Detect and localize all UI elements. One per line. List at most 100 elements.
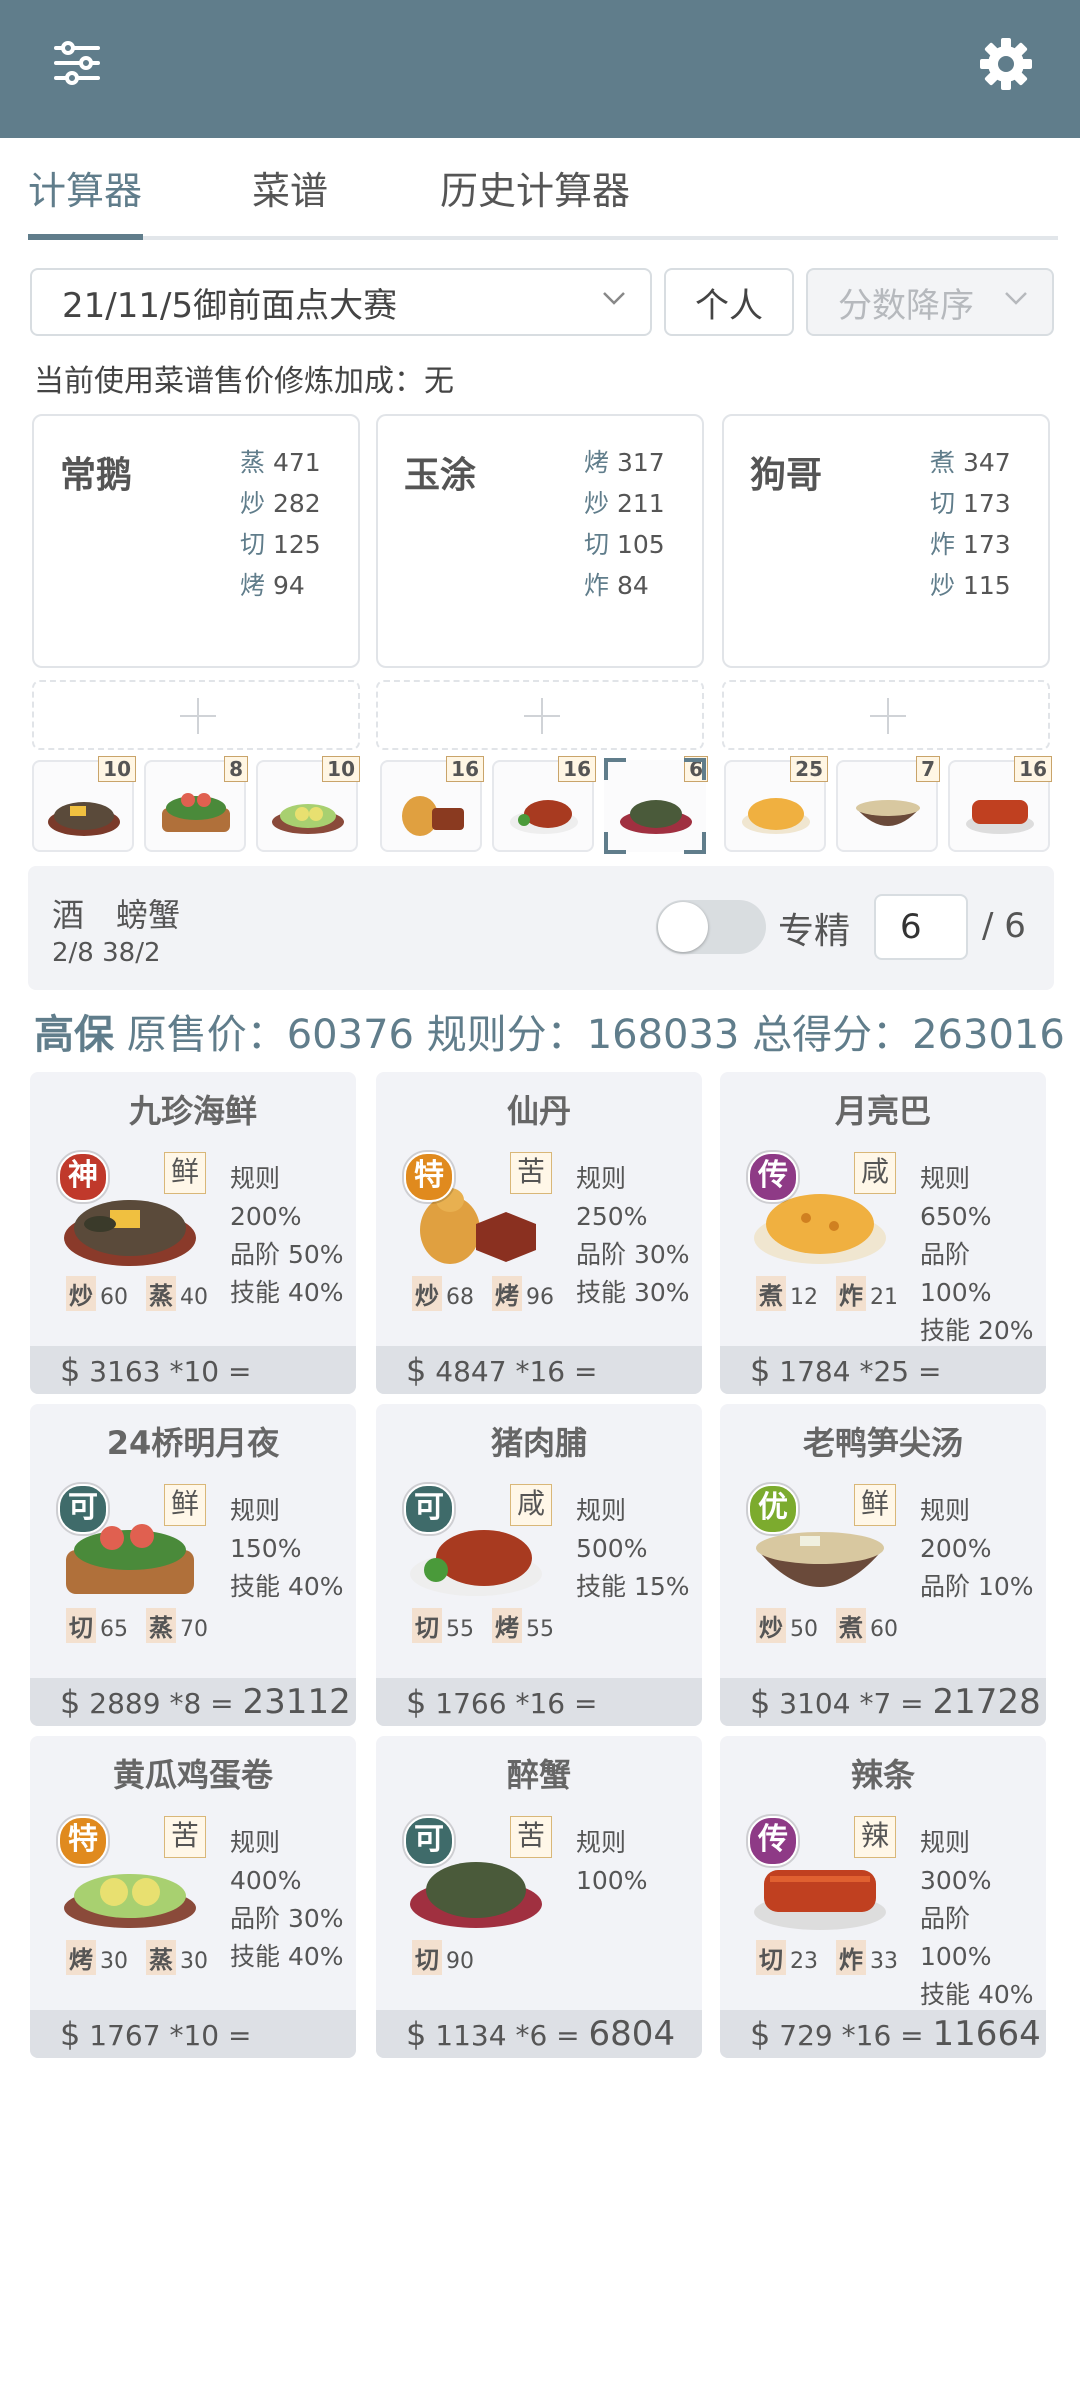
specialize-toggle[interactable] [656,900,766,954]
price-bar: $ 2889 *8 = 23112 [30,1678,356,1726]
recipe-card[interactable]: 月亮巴 传 咸 规则 650% 品阶 100% 技能 20% 煮 12 炸 21 $ 17… [720,1072,1046,1394]
gear-icon[interactable] [978,36,1034,92]
unit-price: 1134 [435,2019,507,2052]
score-summary: 高保 原售价：60376 规则分：168033 总得分：263016 [34,1002,1065,1060]
chef-skills: 煮 347 切 173 炸 173 炒 115 [930,448,1011,600]
price-bar: $ 1766 *16 = 28256 [376,1678,702,1726]
add-slot-button[interactable] [722,680,1050,750]
dish-image [620,800,692,834]
recipe-stats: 规则 100% [576,1828,648,1895]
dish-thumb[interactable]: 16 [948,756,1052,852]
rarity-badge: 特 [404,1152,454,1202]
unit-price: 1767 [89,2019,161,2052]
contest-select[interactable]: 21/11/5御前面点大赛 [30,268,652,336]
add-slot-button[interactable] [376,680,704,750]
dish-image [856,800,920,826]
unit-price: 729 [779,2019,833,2052]
recipe-stats: 规则 200% 品阶 10% [920,1496,1034,1601]
chef-name: 玉涂 [404,455,477,496]
rule-score-label: 规则分： [426,1012,587,1058]
recipe-stats: 规则 300% 品阶 100% 技能 40% [920,1828,1034,2009]
chef-card[interactable]: 常鹅 蒸 471 炒 282 切 125 烤 94 [32,414,360,668]
rule-score-value: 168033 [586,1012,740,1058]
recipe-card[interactable]: 黄瓜鸡蛋卷 特 苦 规则 400% 品阶 30% 技能 40% 烤 30 蒸 30 $ 1… [30,1736,356,2058]
price-bar: $ 3163 *10 = 31630 [30,1346,356,1394]
skill-tags: 炒 50 煮 60 [756,1608,916,1643]
recipe-stats: 规则 650% 品阶 100% 技能 20% [920,1164,1034,1345]
dish-thumb[interactable]: 10 [256,756,360,852]
tab-history-calculator[interactable]: 历史计算器 [440,160,630,215]
selection-corner [604,758,626,780]
add-slot-button[interactable] [32,680,360,750]
recipe-card[interactable]: 猪肉脯 可 咸 规则 500% 技能 15% 切 55 烤 55 $ 1766 *16 … [376,1404,702,1726]
specialize-label: 专精 [778,911,851,952]
unit-price: 1766 [435,1687,507,1720]
unit-price: 3163 [89,1355,161,1388]
recipe-title: 老鸭笋尖汤 [802,1424,963,1462]
dish-image [48,802,120,836]
price-bar: $ 3104 *7 = 21728 [720,1678,1046,1726]
quantity: *16 [515,1687,566,1720]
recipe-card[interactable]: 辣条 传 辣 规则 300% 品阶 100% 技能 40% 切 23 炸 33 $ 729… [720,1736,1046,2058]
tab-indicator [28,234,143,240]
quantity: *16 [841,2019,892,2052]
sort-select[interactable]: 分数降序 [806,268,1054,336]
unit-price: 2889 [89,1687,161,1720]
dish-thumb[interactable]: 16 [380,756,484,852]
dish-count: 8 [224,756,248,782]
chef-card[interactable]: 玉涂 烤 317 炒 211 切 105 炸 84 [376,414,704,668]
dish-image [402,796,464,836]
tab-recipes[interactable]: 菜谱 [252,160,328,215]
dish-image [966,800,1034,834]
recipe-stats: 规则 400% 品阶 30% 技能 40% [230,1828,344,1971]
contest-select-value: 21/11/5御前面点大赛 [62,285,398,326]
rarity-badge: 传 [748,1152,798,1202]
recipe-stats: 规则 500% 技能 15% [576,1496,690,1601]
flavor-tag: 苦 [164,1816,206,1858]
dish-thumb[interactable]: 7 [836,756,940,852]
flavor-tag: 苦 [510,1816,552,1858]
tab-calculator[interactable]: 计算器 [28,160,142,215]
specialize-input[interactable]: 6 [874,894,968,960]
orig-price-label: 原售价： [126,1012,287,1058]
recipe-total: 23112 [242,1682,351,1722]
filter-settings-icon[interactable] [52,38,102,88]
skill-tags: 切 65 蒸 70 [66,1608,226,1643]
dish-thumb-selected[interactable]: 6 [604,756,708,854]
rarity-badge: 传 [748,1816,798,1866]
plus-icon [870,698,906,734]
dish-count: 16 [1014,756,1052,782]
flavor-tag: 鲜 [164,1484,206,1526]
dish-thumb[interactable]: 10 [32,756,136,852]
skill-tags: 烤 30 蒸 30 [66,1940,226,1975]
recipe-card[interactable]: 24桥明月夜 可 鲜 规则 150% 技能 40% 切 65 蒸 70 $ 2889 *… [30,1404,356,1726]
unit-price: 3104 [779,1687,851,1720]
dish-count: 10 [322,756,360,782]
chef-card[interactable]: 狗哥 煮 347 切 173 炸 173 炒 115 [722,414,1050,668]
flavor-tag: 鲜 [164,1152,206,1194]
recipe-card[interactable]: 仙丹 特 苦 规则 250% 品阶 30% 技能 30% 炒 68 烤 96 $ 4847… [376,1072,702,1394]
plus-icon [524,698,560,734]
dish-count: 25 [790,756,828,782]
rarity-badge: 优 [748,1484,798,1534]
dish-count: 16 [446,756,484,782]
recipe-card[interactable]: 老鸭笋尖汤 优 鲜 规则 200% 品阶 10% 炒 50 煮 60 $ 3104 *7… [720,1404,1046,1726]
dish-count: 7 [916,756,940,782]
mode-select[interactable]: 个人 [664,268,794,336]
recipe-card[interactable]: 醉蟹 可 苦 规则 100% 切 90 $ 1134 *6 = 6804 [376,1736,702,2058]
dish-count: 10 [98,756,136,782]
skill-tags: 切 55 烤 55 [412,1608,572,1643]
dish-thumb[interactable]: 25 [724,756,828,852]
flavor-tag: 咸 [510,1484,552,1526]
dish-thumb[interactable]: 8 [144,756,248,852]
dish-thumb[interactable]: 16 [492,756,596,852]
recipe-card[interactable]: 九珍海鲜 神 鲜 规则 200% 品阶 50% 技能 40% 炒 60 蒸 40 $ 31… [30,1072,356,1394]
panel-tags: 酒 螃蟹 [52,896,181,934]
price-bar: $ 729 *16 = 11664 [720,2010,1046,2058]
total-score-value: 263016 [912,1012,1065,1058]
chevron-down-icon [1005,292,1027,305]
plus-icon [180,698,216,734]
dish-image [742,798,810,834]
price-bar: $ 4847 *16 = 77552 [376,1346,702,1394]
chef-name: 常鹅 [60,455,133,496]
